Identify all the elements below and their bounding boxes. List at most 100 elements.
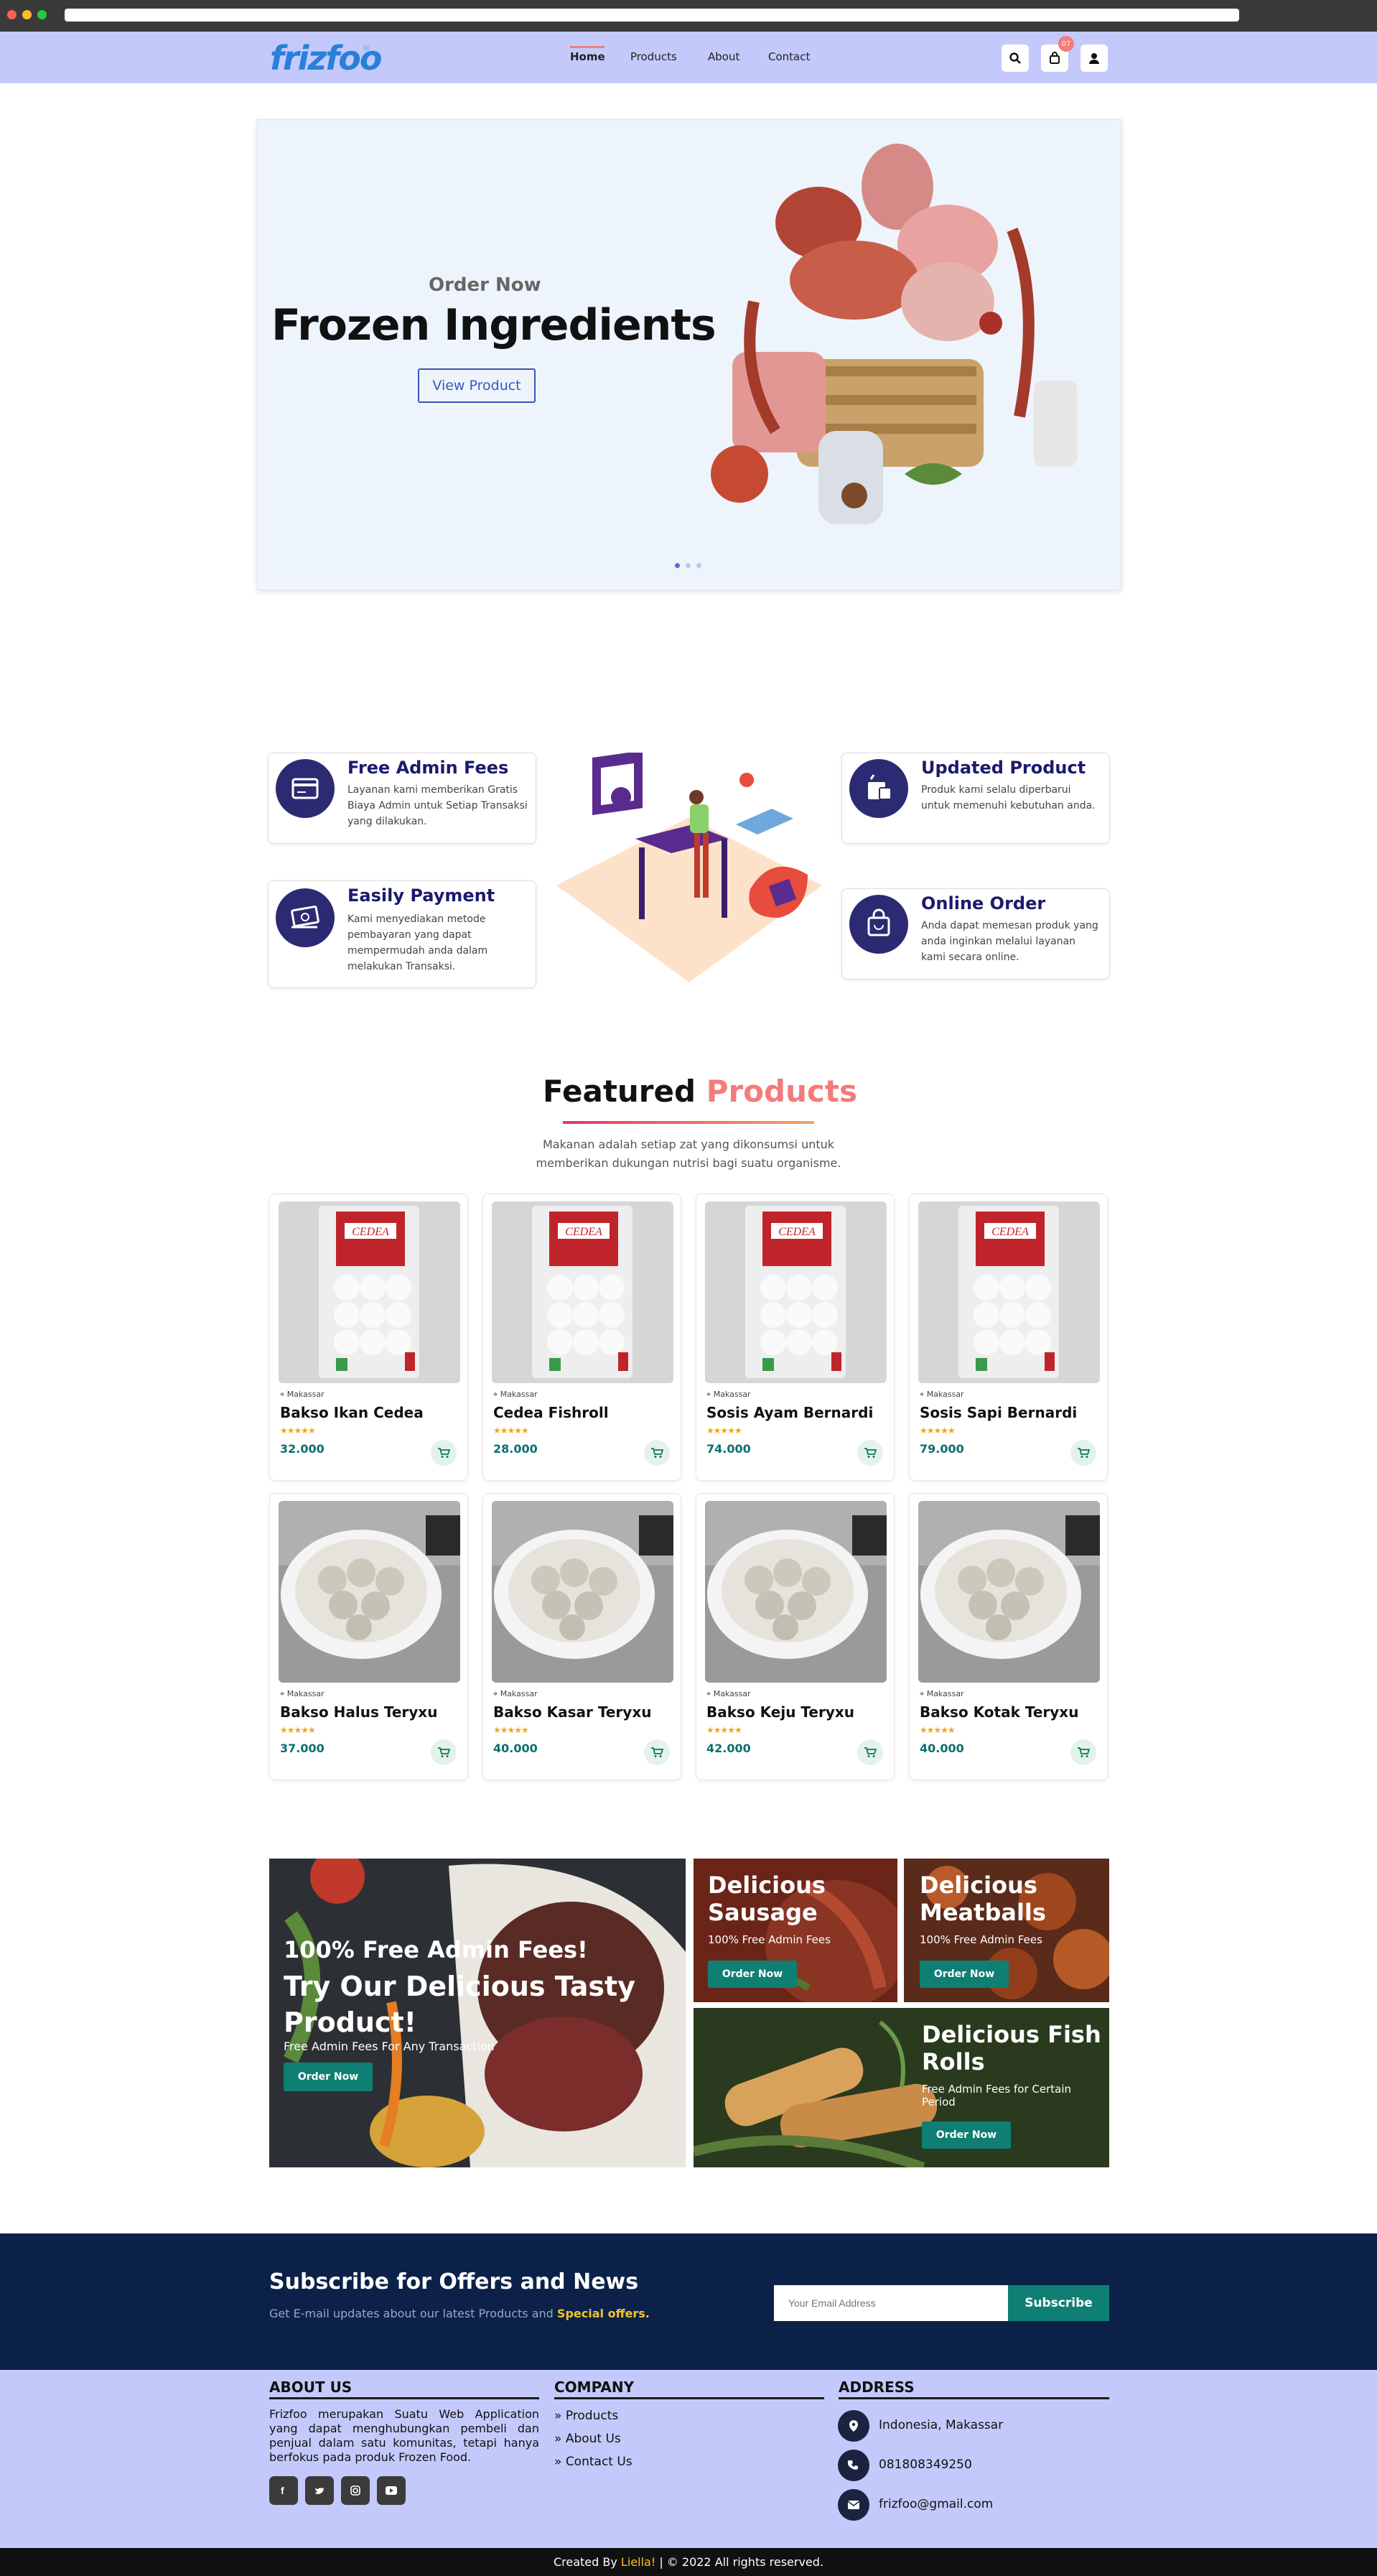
subscribe-button[interactable]: Subscribe xyxy=(1008,2285,1109,2321)
cart-count-badge: 07 xyxy=(1058,36,1074,52)
product-name[interactable]: Bakso Keju Teryxu xyxy=(706,1703,854,1721)
product-image[interactable] xyxy=(705,1501,887,1683)
order-now-button[interactable]: Order Now xyxy=(922,2121,1011,2149)
promo-big-line2: Try Our Delicious Tasty xyxy=(284,1971,635,2002)
product-card[interactable]: ⌖ Makassar Bakso Keju Teryxu ★★★★★ 42.000 xyxy=(696,1493,895,1780)
footer-link-about[interactable]: » About Us xyxy=(554,2432,621,2446)
order-now-button[interactable]: Order Now xyxy=(920,1961,1009,1988)
subscribe-text-a: Get E-mail updates about our latest Prod… xyxy=(269,2307,554,2320)
add-to-cart-button[interactable] xyxy=(857,1440,883,1466)
promo-meatballs-title1: Delicious xyxy=(920,1871,1037,1899)
product-card[interactable]: CEDEA ⌖ Makassar Cedea Fishroll ★★★★★ 28.000 xyxy=(482,1194,681,1481)
twitter-icon[interactable] xyxy=(305,2476,334,2505)
facebook-icon[interactable]: f xyxy=(269,2476,298,2505)
phone-icon xyxy=(838,2450,869,2481)
product-image[interactable]: CEDEA xyxy=(918,1201,1100,1383)
nav-contact[interactable]: Contact xyxy=(768,50,810,63)
feature-card-updated-product: Updated Product Produk kami selalu diper… xyxy=(841,753,1110,844)
promo-big-sub: Free Admin Fees For Any Transaction xyxy=(284,2040,495,2053)
product-card[interactable]: CEDEA ⌖ Makassar Sosis Sapi Bernardi ★★★★★ 7… xyxy=(909,1194,1108,1481)
add-to-cart-button[interactable] xyxy=(431,1440,457,1466)
nav-home[interactable]: Home xyxy=(570,50,605,63)
product-name[interactable]: Sosis Ayam Bernardi xyxy=(706,1404,873,1421)
add-to-cart-button[interactable] xyxy=(431,1739,457,1765)
product-location: ⌖ Makassar xyxy=(920,1689,964,1699)
svg-text:f: f xyxy=(281,2485,284,2496)
product-image[interactable]: CEDEA xyxy=(279,1201,460,1383)
feature-card-admin-fees: Free Admin Fees Layanan kami memberikan … xyxy=(268,753,536,844)
product-card[interactable]: ⌖ Makassar Bakso Kotak Teryxu ★★★★★ 40.000 xyxy=(909,1493,1108,1780)
product-name[interactable]: Bakso Kotak Teryxu xyxy=(920,1703,1078,1721)
footer-address-heading: ADDRESS xyxy=(839,2379,915,2396)
product-card[interactable]: CEDEA ⌖ Makassar Sosis Ayam Bernardi ★★★★★ 7… xyxy=(696,1194,895,1481)
product-image[interactable]: CEDEA xyxy=(705,1201,887,1383)
product-name[interactable]: Sosis Sapi Bernardi xyxy=(920,1404,1077,1421)
product-price: 40.000 xyxy=(493,1742,538,1755)
feature-card-easily-payment: Easily Payment Kami menyediakan metode p… xyxy=(268,880,536,988)
order-now-button[interactable]: Order Now xyxy=(284,2063,373,2091)
product-location-text: Makassar xyxy=(286,1689,325,1698)
featured-heading-b: Products xyxy=(706,1074,857,1109)
view-product-button[interactable]: View Product xyxy=(418,368,536,403)
instagram-icon[interactable] xyxy=(341,2476,370,2505)
feature-title: Online Order xyxy=(921,893,1046,913)
add-to-cart-button[interactable] xyxy=(857,1739,883,1765)
product-name[interactable]: Cedea Fishroll xyxy=(493,1404,609,1421)
add-to-cart-button[interactable] xyxy=(1070,1440,1096,1466)
footer-email: frizfoo@gmail.com xyxy=(879,2497,994,2511)
product-location-text: Makassar xyxy=(286,1390,325,1399)
product-card[interactable]: CEDEA ⌖ Makassar Bakso Ikan Cedea ★★★★★ 32.0… xyxy=(269,1194,468,1481)
hero-slide-dot-1[interactable] xyxy=(675,563,680,568)
footer-link-contact[interactable]: » Contact Us xyxy=(554,2455,633,2469)
promo-big-line3: Product! xyxy=(284,2007,416,2038)
product-name[interactable]: Bakso Ikan Cedea xyxy=(280,1404,424,1421)
hero-title: Frozen Ingredients xyxy=(271,300,716,350)
product-location: ⌖ Makassar xyxy=(280,1689,325,1699)
hero-slide-dot-3[interactable] xyxy=(696,563,701,568)
browser-chrome xyxy=(0,0,1377,32)
product-name[interactable]: Bakso Halus Teryxu xyxy=(280,1703,437,1721)
minimize-dot-icon[interactable] xyxy=(22,10,32,19)
copyright-author[interactable]: Liella! xyxy=(621,2555,655,2569)
add-to-cart-button[interactable] xyxy=(644,1739,670,1765)
hero-kicker: Order Now xyxy=(429,274,541,296)
user-icon xyxy=(1089,53,1099,64)
maximize-dot-icon[interactable] xyxy=(37,10,47,19)
location-pin-icon: ⌖ xyxy=(706,1390,711,1399)
youtube-icon[interactable] xyxy=(377,2476,406,2505)
url-bar[interactable] xyxy=(65,9,1239,22)
feature-desc: Produk kami selalu diperbarui untuk meme… xyxy=(921,784,1096,812)
search-button[interactable] xyxy=(1002,45,1029,72)
copyright-bar: Created By Liella! | © 2022 All rights r… xyxy=(0,2548,1377,2576)
product-image[interactable]: CEDEA xyxy=(492,1201,673,1383)
close-dot-icon[interactable] xyxy=(7,10,17,19)
product-location-text: Makassar xyxy=(500,1689,538,1698)
product-name[interactable]: Bakso Kasar Teryxu xyxy=(493,1703,651,1721)
location-pin-icon: ⌖ xyxy=(280,1689,285,1698)
location-pin-icon xyxy=(838,2410,869,2442)
product-image[interactable] xyxy=(279,1501,460,1683)
promo-meatballs-sub: 100% Free Admin Fees xyxy=(920,1933,1042,1946)
product-price: 74.000 xyxy=(706,1442,751,1456)
product-card[interactable]: ⌖ Makassar Bakso Kasar Teryxu ★★★★★ 40.000 xyxy=(482,1493,681,1780)
product-image[interactable] xyxy=(492,1501,673,1683)
shopping-bag-icon xyxy=(849,895,908,954)
account-button[interactable] xyxy=(1080,45,1108,72)
hero-slide-dot-2[interactable] xyxy=(686,563,691,568)
nav-products[interactable]: Products xyxy=(630,50,677,63)
chevrons-right-icon: » xyxy=(554,2455,562,2469)
add-to-cart-button[interactable] xyxy=(644,1440,670,1466)
feature-title: Free Admin Fees xyxy=(347,758,509,778)
footer-company-heading: COMPANY xyxy=(554,2379,635,2396)
order-now-button[interactable]: Order Now xyxy=(708,1961,797,1988)
nav-about[interactable]: About xyxy=(708,50,739,63)
promo-fishrolls-title1: Delicious Fish xyxy=(922,2021,1101,2048)
footer-link-products[interactable]: » Products xyxy=(554,2409,618,2423)
product-image[interactable] xyxy=(918,1501,1100,1683)
cart-icon xyxy=(864,1747,877,1757)
email-input[interactable] xyxy=(774,2285,1008,2321)
product-card[interactable]: ⌖ Makassar Bakso Halus Teryxu ★★★★★ 37.000 xyxy=(269,1493,468,1780)
product-price: 79.000 xyxy=(920,1442,964,1456)
add-to-cart-button[interactable] xyxy=(1070,1739,1096,1765)
product-location: ⌖ Makassar xyxy=(280,1390,325,1400)
